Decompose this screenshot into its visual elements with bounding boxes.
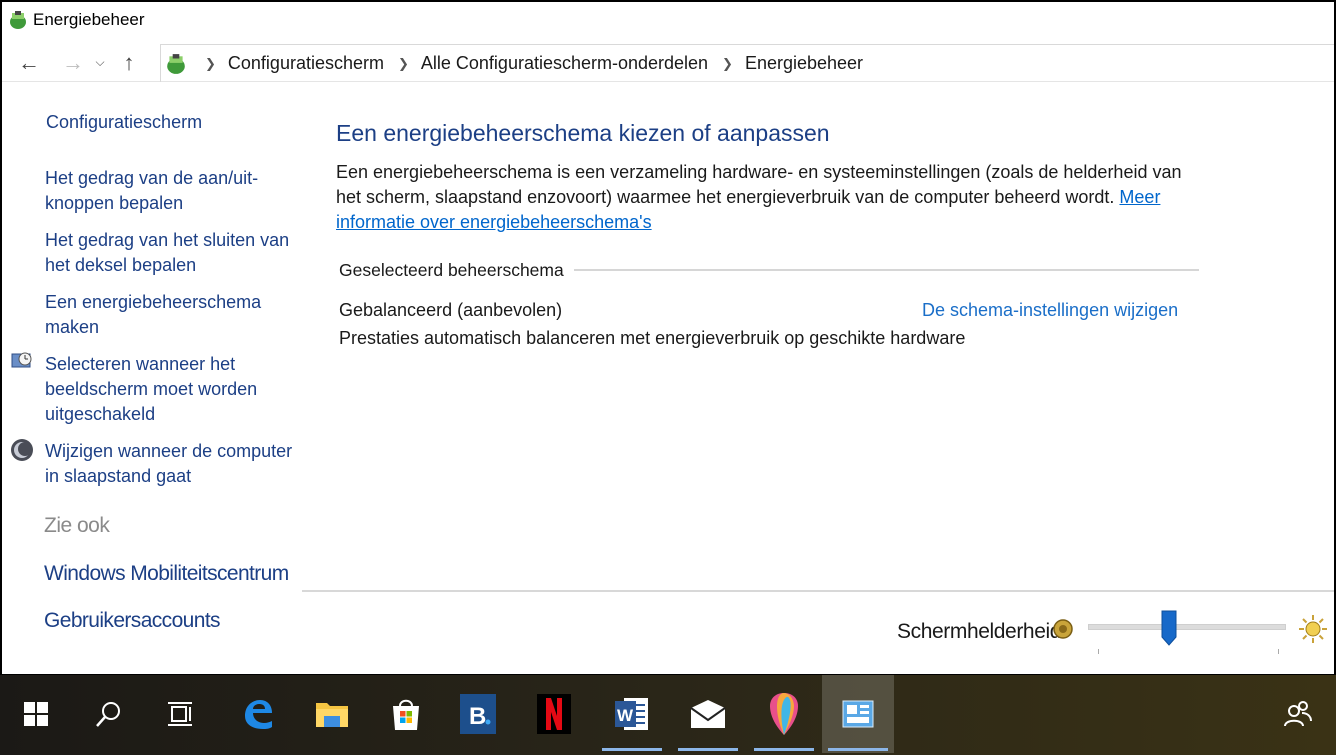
arrow-up-icon: ↑: [123, 49, 135, 75]
start-button[interactable]: [0, 675, 72, 753]
word-icon: W: [615, 698, 648, 730]
running-indicator: [754, 748, 814, 751]
paint-3d-button[interactable]: [748, 675, 820, 753]
monitor-clock-icon: [11, 352, 32, 368]
title-bar[interactable]: Energiebeheer: [2, 2, 1334, 38]
word-button[interactable]: W: [596, 675, 668, 753]
brightness-label: Schermhelderheid:: [897, 620, 1067, 643]
back-button[interactable]: ←: [14, 48, 44, 78]
control-panel-button[interactable]: [822, 675, 894, 753]
running-indicator: [602, 748, 662, 751]
paint-3d-icon: [770, 693, 798, 735]
running-indicator: [828, 748, 888, 751]
plan-name: Gebalanceerd (aanbevolen): [339, 300, 563, 320]
slider-tick: [1278, 649, 1279, 654]
booking-icon: B: [460, 694, 496, 734]
sidebar-link-display-off[interactable]: Selecteren wanneer het beeldscherm moet …: [45, 352, 300, 427]
brightness-high-icon: [1299, 615, 1327, 643]
breadcrumb-control-panel[interactable]: Configuratiescherm: [228, 53, 384, 74]
netflix-button[interactable]: [518, 675, 590, 753]
netflix-icon: [537, 694, 571, 734]
store-button[interactable]: [370, 675, 442, 753]
main-content: Een energiebeheerschema kiezen of aanpas…: [302, 92, 1334, 672]
edge-button[interactable]: [222, 675, 294, 753]
see-also-mobility-center[interactable]: Windows Mobiliteitscentrum: [44, 562, 289, 586]
people-button[interactable]: [1262, 675, 1334, 753]
recent-locations-button[interactable]: ⌵: [88, 48, 112, 78]
edge-icon: [245, 700, 272, 729]
power-options-icon: [10, 11, 26, 29]
task-view-icon: [168, 702, 192, 726]
moon-icon: [11, 439, 33, 461]
chevron-right-icon[interactable]: ❯: [398, 56, 409, 72]
sidebar-link-sleep[interactable]: Wijzigen wanneer de computer in slaapsta…: [45, 439, 300, 489]
mail-button[interactable]: [672, 675, 744, 753]
svg-text:W: W: [617, 706, 634, 725]
running-indicator: [678, 748, 738, 751]
mail-icon: [690, 700, 726, 728]
svg-text:B: B: [469, 703, 486, 730]
breadcrumb-power-options[interactable]: Energiebeheer: [745, 53, 863, 74]
sidebar-home-link[interactable]: Configuratiescherm: [46, 112, 202, 133]
arrow-right-icon: →: [62, 49, 84, 75]
brightness-slider-thumb[interactable]: [1161, 610, 1177, 646]
page-title: Een energiebeheerschema kiezen of aanpas…: [336, 120, 830, 146]
chevron-right-icon: ❯: [205, 55, 216, 71]
breadcrumb[interactable]: ❯ Configuratiescherm ❯ Alle Configuratie…: [160, 44, 1334, 82]
control-panel-window: Energiebeheer ← → ⌵ ↑ ❯ Configuratiesche…: [2, 2, 1334, 674]
taskbar: B W: [0, 675, 1336, 755]
sidebar-link-power-buttons[interactable]: Het gedrag van de aan/uit-knoppen bepale…: [45, 166, 300, 216]
group-divider: [569, 269, 1199, 271]
bottom-divider: [302, 590, 1334, 592]
search-button[interactable]: [72, 675, 144, 753]
booking-button[interactable]: B: [442, 675, 514, 753]
change-plan-settings-link[interactable]: De schema-instellingen wijzigen: [922, 300, 1178, 321]
page-description: Een energiebeheerschema is een verzameli…: [336, 160, 1206, 235]
sidebar-link-lid-close[interactable]: Het gedrag van het sluiten van het dekse…: [45, 228, 300, 278]
chevron-right-icon[interactable]: ❯: [722, 56, 733, 72]
selected-plan-group-title: Geselecteerd beheerschema: [339, 260, 574, 281]
task-view-button[interactable]: [144, 675, 216, 753]
up-button[interactable]: ↑: [114, 48, 144, 78]
arrow-left-icon: ←: [18, 49, 40, 75]
sidebar-link-create-plan[interactable]: Een energiebeheerschema maken: [45, 290, 300, 340]
power-options-icon: [167, 53, 185, 74]
brightness-low-icon: [1053, 619, 1073, 639]
slider-tick: [1098, 649, 1099, 654]
forward-button[interactable]: →: [58, 48, 88, 78]
sidebar: Configuratiescherm Het gedrag van de aan…: [2, 92, 302, 672]
chevron-down-icon: ⌵: [95, 55, 105, 69]
see-also-user-accounts[interactable]: Gebruikersaccounts: [44, 609, 221, 633]
people-icon: [1284, 701, 1312, 727]
brightness-slider[interactable]: [1088, 624, 1286, 630]
file-explorer-button[interactable]: [296, 675, 368, 753]
window-title: Energiebeheer: [33, 10, 145, 29]
address-bar: ← → ⌵ ↑ ❯ Configuratiescherm ❯ Alle Conf…: [2, 44, 1334, 82]
file-explorer-icon: [316, 703, 348, 727]
windows-start-icon: [24, 702, 48, 726]
description-text: Een energiebeheerschema is een verzameli…: [336, 162, 1182, 207]
store-icon: [393, 699, 419, 730]
plan-description: Prestaties automatisch balanceren met en…: [339, 328, 966, 348]
control-panel-icon: [842, 700, 874, 728]
see-also-heading: Zie ook: [44, 514, 110, 537]
breadcrumb-all-items[interactable]: Alle Configuratiescherm-onderdelen: [421, 53, 708, 74]
search-icon: [96, 702, 120, 727]
